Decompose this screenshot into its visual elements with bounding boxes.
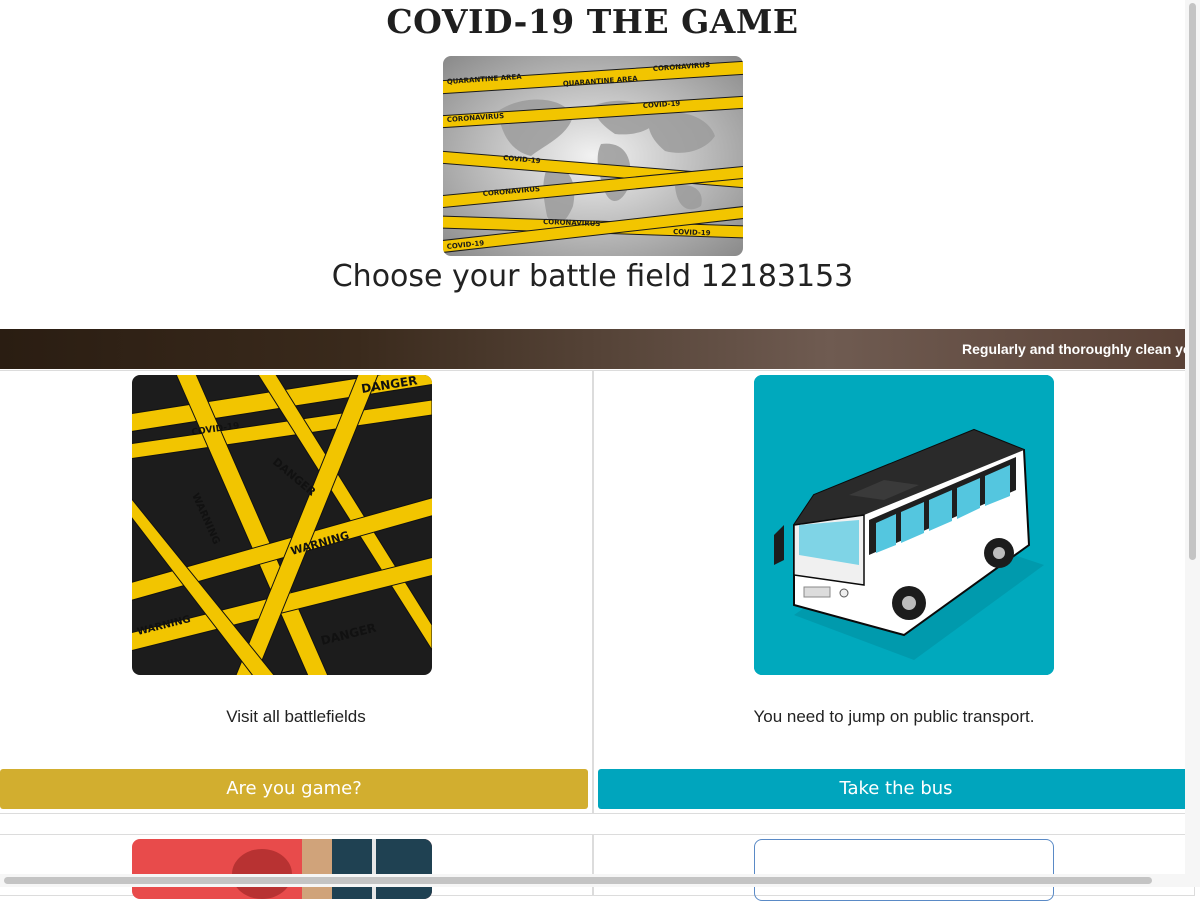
transport-card: You need to jump on public transport. Ta… [593, 370, 1195, 814]
card-description: Visit all battlefields [226, 707, 366, 726]
room-image [132, 839, 432, 899]
card-image [754, 839, 1054, 901]
news-ticker: Regularly and thoroughly clean your [0, 329, 1185, 369]
take-the-bus-button[interactable]: Take the bus [598, 769, 1194, 809]
page-title: COVID-19 THE GAME [386, 2, 799, 41]
quarantine-world-map-image: QUARANTINE AREA QUARANTINE AREA CORONAVI… [443, 56, 743, 256]
ticker-text: Regularly and thoroughly clean your [962, 341, 1185, 357]
horizontal-scroll-thumb[interactable] [4, 877, 1152, 884]
subtitle: Choose your battle field 12183153 [331, 259, 854, 294]
vertical-scrollbar[interactable] [1185, 0, 1200, 887]
danger-tape-image: DANGER DANGER COVID-19 WARNING WARNING D… [132, 375, 432, 675]
vertical-scroll-thumb[interactable] [1189, 3, 1196, 560]
hero-tape-label: COVID-19 [673, 228, 711, 237]
are-you-game-button[interactable]: Are you game? [0, 769, 588, 809]
hero-image: QUARANTINE AREA QUARANTINE AREA CORONAVI… [443, 56, 743, 256]
card-description: You need to jump on public transport. [753, 707, 1035, 726]
card-image [754, 375, 1054, 675]
card-image [132, 839, 432, 899]
bus-image [754, 375, 1054, 675]
horizontal-scrollbar[interactable] [0, 874, 1200, 887]
battlefield-card: DANGER DANGER COVID-19 WARNING WARNING D… [0, 370, 593, 814]
card-image: DANGER DANGER COVID-19 WARNING WARNING D… [132, 375, 432, 675]
